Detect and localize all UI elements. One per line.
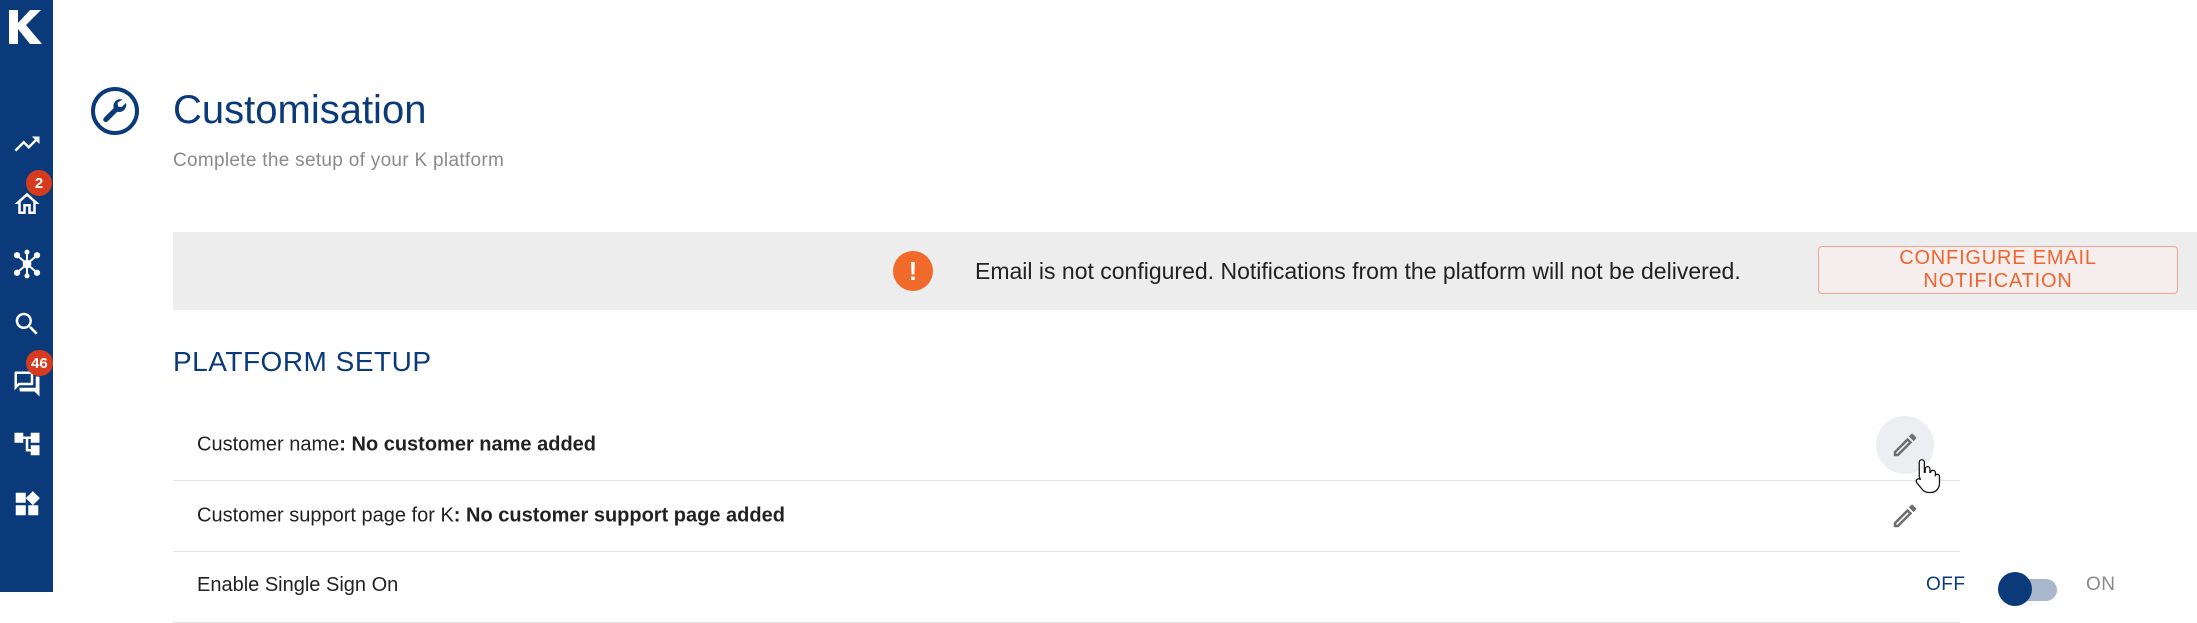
widgets-icon — [15, 491, 40, 516]
account-tree-icon — [14, 432, 39, 456]
setting-row-single-sign-on: Enable Single Sign On OFF ON — [173, 552, 2115, 623]
k-logo[interactable] — [6, 6, 46, 46]
row-label: Customer name: No customer name added — [197, 434, 596, 457]
sidebar-item-widgets[interactable] — [0, 480, 53, 528]
setting-name: Customer support page for K — [197, 504, 454, 527]
configure-email-notification-button[interactable]: CONFIGURE EMAIL NOTIFICATION — [1818, 246, 2178, 294]
row-label: Customer support page for K: No customer… — [197, 505, 785, 528]
setting-row-customer-support-page: Customer support page for K: No customer… — [173, 481, 1960, 552]
banner-message: Email is not configured. Notifications f… — [975, 258, 1741, 284]
trending-up-icon — [14, 136, 39, 152]
section-title: PLATFORM SETUP — [173, 346, 432, 377]
hub-icon — [13, 249, 40, 279]
messages-notification-badge: 46 — [26, 350, 53, 376]
setting-value: : No customer name added — [339, 433, 596, 456]
sidebar-item-home[interactable]: 2 — [0, 170, 53, 228]
pencil-icon — [1893, 504, 1917, 528]
toggle-off-label: OFF — [1926, 574, 1966, 595]
setting-name: Customer name — [197, 433, 340, 456]
email-warning-banner: ! Email is not configured. Notifications… — [173, 232, 2197, 310]
pencil-icon — [1893, 433, 1917, 457]
sidebar-item-hierarchy[interactable] — [0, 420, 53, 468]
sidebar-item-network[interactable] — [0, 240, 53, 288]
search-icon — [15, 312, 38, 335]
home-notification-badge: 2 — [26, 170, 52, 196]
toggle-knob[interactable] — [1998, 572, 2032, 606]
setting-name: Enable Single Sign On — [197, 574, 399, 596]
page-title: Customisation — [173, 88, 427, 132]
page-subtitle: Complete the setup of your K platform — [173, 150, 505, 171]
hand-cursor-icon — [1915, 459, 1941, 494]
toggle-on-label: ON — [2086, 574, 2116, 595]
sidebar-item-messages[interactable]: 46 — [0, 350, 53, 408]
alert-icon: ! — [893, 251, 933, 291]
setting-value: : No customer support page added — [453, 504, 785, 527]
sidebar-item-search[interactable] — [0, 300, 53, 348]
setting-row-customer-name: Customer name: No customer name added — [173, 410, 1960, 481]
sidebar-item-analytics[interactable] — [0, 120, 53, 168]
sidebar: 2 46 — [0, 0, 53, 592]
wrench-icon — [91, 87, 139, 135]
